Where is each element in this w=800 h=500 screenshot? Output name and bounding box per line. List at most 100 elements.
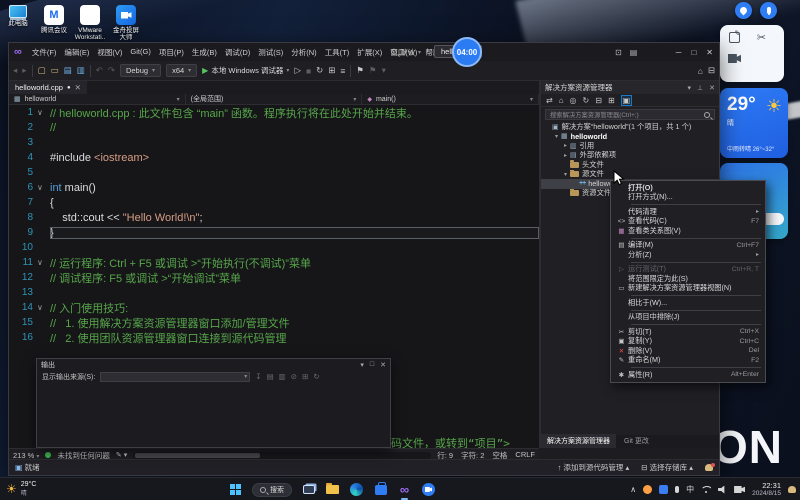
weather-widget[interactable]: 29° ☀ 晴 中雨转晴 26°~32°	[720, 88, 788, 158]
bookmark-icon[interactable]: ⚑	[356, 65, 364, 76]
show-all-files-icon[interactable]: ▣	[621, 95, 633, 106]
code-line-3[interactable]: 3	[9, 135, 539, 150]
dropdown-icon[interactable]: ▾	[688, 84, 692, 92]
menu-文件(F)[interactable]: 文件(F)	[28, 45, 61, 60]
menu-item-相比于(W)...[interactable]: 相比于(W)...	[611, 298, 765, 308]
menu-item-重命名(M)[interactable]: ✎重命名(M)F2	[611, 356, 765, 366]
code-line-11[interactable]: 11∨// 运行程序: Ctrl + F5 或调试 >“开始执行(不调试)”菜单	[9, 255, 539, 270]
code-line-4[interactable]: 4#include <iostream>	[9, 150, 539, 165]
menu-item-编译(M)[interactable]: ▤编译(M)Ctrl+F7	[611, 241, 765, 251]
close-button[interactable]: ✕	[706, 48, 713, 57]
screenshot-edit-button[interactable]	[728, 31, 741, 44]
pin-icon[interactable]: ⊥	[697, 84, 703, 92]
toggle-icon[interactable]: ⊞	[302, 372, 308, 381]
recording-timer[interactable]: 04:00	[452, 37, 482, 67]
clear-all-icon[interactable]: ▤	[267, 372, 274, 381]
back-icon[interactable]: ◂	[13, 65, 17, 76]
menu-item-代码清理[interactable]: 代码清理▸	[611, 207, 765, 217]
menu-扩展(X)[interactable]: 扩展(X)	[353, 45, 386, 60]
menu-项目(P)[interactable]: 项目(P)	[155, 45, 188, 60]
snip-button[interactable]: ✂	[755, 31, 768, 44]
code-line-9[interactable]: 9}	[9, 225, 539, 240]
tray-mic-icon[interactable]	[675, 486, 679, 493]
new-project-icon[interactable]: ▢	[38, 65, 46, 76]
store-button[interactable]	[373, 482, 388, 497]
word-wrap-icon[interactable]: ▥	[279, 372, 286, 381]
open-folder-icon[interactable]: ▭	[51, 65, 59, 76]
tree-item-引用[interactable]: ▸▥引用	[541, 141, 719, 151]
output-source-dropdown[interactable]	[100, 372, 250, 382]
fold-marker-icon[interactable]: ∨	[37, 303, 50, 312]
redo-icon[interactable]: ↷	[108, 65, 115, 76]
title-search[interactable]: 默认 ▾	[391, 47, 421, 58]
feedback-icon[interactable]: ⊡	[615, 48, 622, 57]
goto-message-icon[interactable]: ↧	[255, 372, 261, 381]
save-all-icon[interactable]: ▥	[77, 65, 85, 76]
taskbar-search[interactable]: 搜索	[252, 483, 292, 497]
notification-bell-icon[interactable]	[788, 486, 796, 493]
tab-helloworld-cpp[interactable]: helloworld.cpp ● ✕	[9, 81, 87, 94]
maximize-button[interactable]: □	[691, 48, 696, 57]
tray-chevron[interactable]: ∧	[630, 485, 636, 494]
add-to-source-control-button[interactable]: ↑ 添加到源代码管理 ▴	[558, 462, 630, 473]
code-line-12[interactable]: 12// 调试程序: F5 或调试 >“开始调试”菜单	[9, 270, 539, 285]
close-icon[interactable]: ✕	[380, 361, 386, 369]
platform-dropdown[interactable]: x64▾	[166, 64, 197, 77]
collapse-all-icon[interactable]: ⊟	[595, 96, 602, 105]
refresh-icon[interactable]: ↻	[583, 96, 590, 105]
tray-camera-icon[interactable]	[734, 486, 745, 493]
start-button[interactable]	[228, 482, 243, 497]
menu-item-将范围限定为此(S)[interactable]: 将范围限定为此(S)	[611, 274, 765, 284]
list-icon[interactable]: ≡	[340, 66, 345, 76]
menu-视图(V)[interactable]: 视图(V)	[93, 45, 126, 60]
expand-icon[interactable]: ▾	[562, 171, 569, 178]
windows-icon[interactable]: ⊞	[328, 65, 335, 76]
menu-Git(G)[interactable]: Git(G)	[126, 45, 154, 60]
code-line-2[interactable]: 2//	[9, 120, 539, 135]
tree-item-外部依赖项[interactable]: ▸▤外部依赖项	[541, 151, 719, 161]
project-dropdown[interactable]: ▦helloworld▾	[9, 94, 186, 104]
ime-indicator[interactable]: 中	[686, 484, 694, 495]
tree-item-源文件[interactable]: ▾源文件	[541, 170, 719, 180]
autoscroll-icon[interactable]: ⊘	[291, 372, 297, 381]
expand-icon[interactable]: ▸	[562, 142, 569, 149]
code-line-16[interactable]: 16// 2. 使用团队资源管理器窗口连接到源代码管理	[9, 330, 539, 345]
scrollbar-thumb[interactable]	[135, 453, 260, 458]
tree-item-helloworld[interactable]: ▾▦helloworld	[541, 132, 719, 142]
panel-tab-解决方案资源管理器[interactable]: 解决方案资源管理器	[541, 434, 616, 448]
desktop-icon-4[interactable]: 金舟投屏大师	[110, 5, 142, 42]
notifications-bell-icon[interactable]	[705, 464, 713, 471]
run-debug-button[interactable]: ▶ 本地 Windows 调试器 ▾	[202, 65, 289, 76]
properties-icon[interactable]: ⊞	[608, 96, 615, 105]
speaker-icon[interactable]	[718, 486, 727, 494]
code-line-13[interactable]: 13	[9, 285, 539, 300]
code-line-8[interactable]: 8 std::cout << "Hello World!\n";	[9, 210, 539, 225]
dropdown-icon[interactable]: ▾	[360, 361, 364, 369]
forward-icon[interactable]: ▸	[22, 65, 26, 76]
menu-item-剪切(T)[interactable]: ✂剪切(T)Ctrl+X	[611, 327, 765, 337]
menu-item-分析(Z)[interactable]: 分析(Z)▸	[611, 250, 765, 260]
solution-explorer-search[interactable]: 搜索解决方案资源管理器(Ctrl+;)	[545, 109, 715, 120]
stop-icon[interactable]: ■	[306, 66, 311, 76]
tray-app-icon[interactable]	[643, 485, 652, 494]
code-line-5[interactable]: 5	[9, 165, 539, 180]
edit-icon[interactable]: ✎ ▾	[116, 451, 127, 459]
menu-生成(B)[interactable]: 生成(B)	[188, 45, 221, 60]
layout-icon[interactable]: ▤	[630, 48, 638, 57]
code-line-1[interactable]: 1∨// helloworld.cpp : 此文件包含 “main” 函数。程序…	[9, 105, 539, 120]
home-icon[interactable]: ⌂	[698, 66, 703, 76]
code-line-10[interactable]: 10	[9, 240, 539, 255]
menu-item-查看类关系图(V)[interactable]: ▦查看类关系图(V)	[611, 226, 765, 236]
code-line-6[interactable]: 6∨int main()	[9, 180, 539, 195]
share-icon[interactable]: ⊟	[708, 65, 715, 76]
run-nodebug-icon[interactable]: ▷	[294, 65, 301, 76]
close-icon[interactable]: ✕	[709, 84, 715, 92]
background-tasks-icon[interactable]: ▣	[15, 463, 23, 472]
tree-item-解决方案“helloworld”(1 个项目，共 1 个)[interactable]: ▣解决方案“helloworld”(1 个项目，共 1 个)	[541, 122, 719, 132]
edge-button[interactable]	[349, 482, 364, 497]
undo-icon[interactable]: ↶	[96, 65, 103, 76]
refresh-icon[interactable]: ↻	[313, 372, 319, 381]
pending-changes-icon[interactable]: ◎	[570, 96, 577, 105]
menu-item-打开方式(N)...[interactable]: 打开方式(N)...	[611, 193, 765, 203]
code-line-7[interactable]: 7{	[9, 195, 539, 210]
